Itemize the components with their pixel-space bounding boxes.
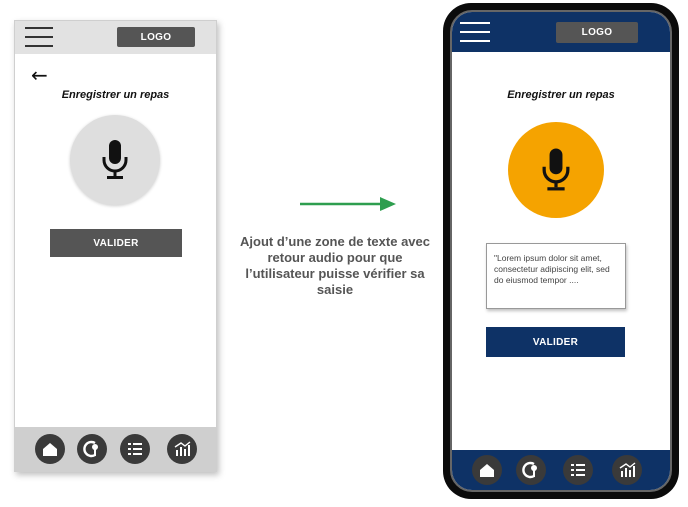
- before-header: LOGO: [15, 21, 216, 54]
- after-phone-mockup: LOGO Enregistrer un repas "Lorem ipsum d…: [443, 3, 679, 499]
- after-bottom-nav: [452, 450, 670, 490]
- after-header: LOGO: [452, 12, 670, 52]
- after-phone-screen: LOGO Enregistrer un repas "Lorem ipsum d…: [450, 10, 672, 492]
- screen-title: Enregistrer un repas: [507, 89, 615, 101]
- before-bottom-nav: [15, 427, 216, 471]
- chart-icon[interactable]: [167, 434, 197, 464]
- menu-icon[interactable]: [460, 22, 490, 42]
- microphone-icon: [102, 140, 128, 179]
- transition-arrow: [300, 197, 396, 211]
- home-icon[interactable]: [472, 455, 502, 485]
- food-icon[interactable]: [77, 434, 107, 464]
- before-phone-mockup: LOGO ← Enregistrer un repas VALIDER: [14, 20, 217, 472]
- record-button[interactable]: [508, 122, 604, 218]
- annotation-text: Ajout d’une zone de texte avec retour au…: [240, 234, 430, 297]
- validate-button[interactable]: VALIDER: [50, 229, 182, 257]
- record-button[interactable]: [70, 115, 160, 205]
- checklist-icon[interactable]: [120, 434, 150, 464]
- screen-title: Enregistrer un repas: [61, 89, 170, 101]
- checklist-icon[interactable]: [563, 455, 593, 485]
- validate-button[interactable]: VALIDER: [486, 327, 625, 357]
- food-icon[interactable]: [516, 455, 546, 485]
- back-arrow-icon[interactable]: ←: [31, 65, 48, 85]
- menu-icon[interactable]: [25, 27, 53, 47]
- chart-icon[interactable]: [612, 455, 642, 485]
- microphone-icon: [542, 148, 570, 191]
- logo: LOGO: [117, 27, 195, 47]
- logo: LOGO: [556, 22, 638, 43]
- home-icon[interactable]: [35, 434, 65, 464]
- transcription-textbox[interactable]: "Lorem ipsum dolor sit amet, consectetur…: [486, 243, 626, 309]
